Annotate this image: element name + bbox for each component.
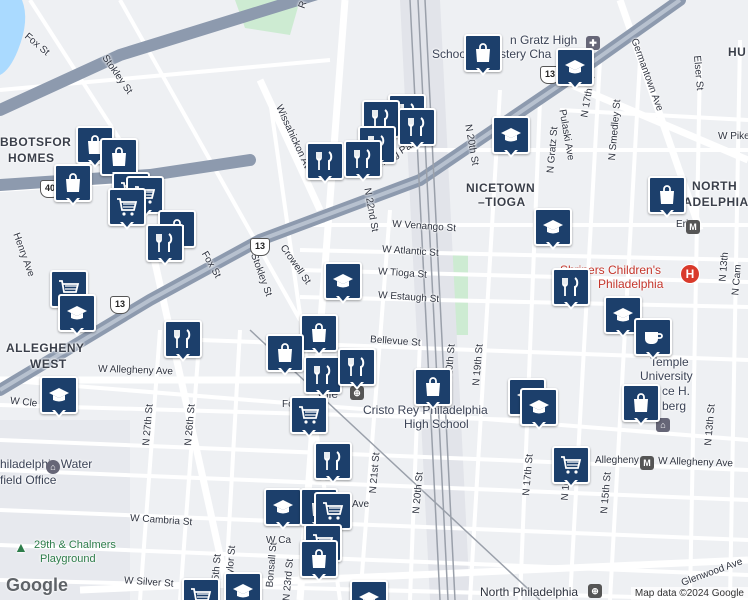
route-shield-13-b: 13 [250,238,270,256]
poi-temple-4[interactable]: berg [662,400,686,412]
restaurant-marker[interactable] [552,268,590,310]
area-label-hu: HU [728,45,747,59]
shop-marker[interactable] [300,540,338,582]
poi-shriners-2[interactable]: Philadelphia [598,278,663,290]
restaurant-marker[interactable] [398,108,436,150]
street-pike: W Pike [718,131,748,142]
school-marker[interactable] [492,116,530,158]
restaurant-marker[interactable] [164,320,202,362]
poi-water-office-2[interactable]: field Office [0,474,56,486]
label-north-philadelphia-station: North Philadelphia [480,585,579,599]
landmark-icon: ⌂ [46,460,60,474]
school-marker[interactable] [534,208,572,250]
shop-marker[interactable] [648,176,686,218]
grocery-marker[interactable] [108,188,146,230]
school-marker[interactable] [40,376,78,418]
google-logo: Google [6,575,68,595]
poi-playground-1[interactable]: 29th & Chalmers [34,540,116,551]
poi-cristo-rey-2[interactable]: High School [404,418,469,430]
cap-icon [350,580,388,600]
grocery-marker[interactable] [552,446,590,488]
route-shield-13-c: 13 [110,296,130,314]
poi-temple-3[interactable]: ce H. [662,385,690,397]
restaurant-marker[interactable] [304,356,342,398]
area-label-abbotsford: BBOTSFOR [0,135,72,149]
shop-marker[interactable] [414,368,452,410]
grocery-marker[interactable] [182,578,220,600]
area-label-nicetown: NICETOWN [466,181,536,195]
school-marker[interactable] [350,580,388,600]
grocery-marker[interactable] [290,396,328,438]
shop-marker[interactable] [300,314,338,356]
school-marker[interactable] [556,48,594,90]
hospital-icon[interactable]: H [680,264,700,284]
train-station-icon[interactable]: ⊕ [588,584,602,598]
school-marker[interactable] [58,294,96,336]
shop-marker[interactable] [266,334,304,376]
map-canvas[interactable]: NICETOWN –TIOGA ALLEGHENY WEST BBOTSFOR … [0,0,748,600]
poi-gratz-high-3[interactable]: stery Cha [500,48,551,60]
area-label-west: WEST [30,357,67,371]
street-elser: Elser St [691,55,706,91]
tree-icon: ▲ [14,539,28,555]
poi-playground-2[interactable]: Playground [40,554,96,565]
area-label-homes: HOMES [8,151,55,165]
map-attribution[interactable]: Map data ©2024 Google [630,587,748,600]
subway-station-allegheny-icon[interactable]: M [640,456,654,470]
school-marker[interactable] [324,262,362,304]
subway-station-erie-icon[interactable]: M [686,220,700,234]
shop-marker[interactable] [464,34,502,76]
area-label-tioga: –TIOGA [478,195,526,209]
shop-marker[interactable] [54,164,92,206]
cart-icon [182,578,220,600]
poi-gratz-high-1[interactable]: n Gratz High [510,34,577,46]
poi-temple-2[interactable]: University [640,370,693,382]
school-marker[interactable] [224,572,262,600]
river-water [0,0,26,75]
poi-gratz-high-2[interactable]: Schoo [432,48,466,60]
restaurant-marker[interactable] [344,140,382,182]
cap-icon [224,572,262,600]
area-label-allegheny: ALLEGHENY [6,341,85,355]
area-label-north: NORTH [692,179,738,193]
school-marker[interactable] [264,488,302,530]
shop-marker[interactable] [622,384,660,426]
restaurant-marker[interactable] [314,442,352,484]
restaurant-marker[interactable] [146,224,184,266]
cafe-marker[interactable] [634,318,672,360]
restaurant-marker[interactable] [338,348,376,390]
restaurant-marker[interactable] [306,142,344,184]
street-ave-low: Ave [352,499,370,510]
school-marker[interactable] [520,388,558,430]
street-allegheny-mid: Allegheny [595,455,639,466]
